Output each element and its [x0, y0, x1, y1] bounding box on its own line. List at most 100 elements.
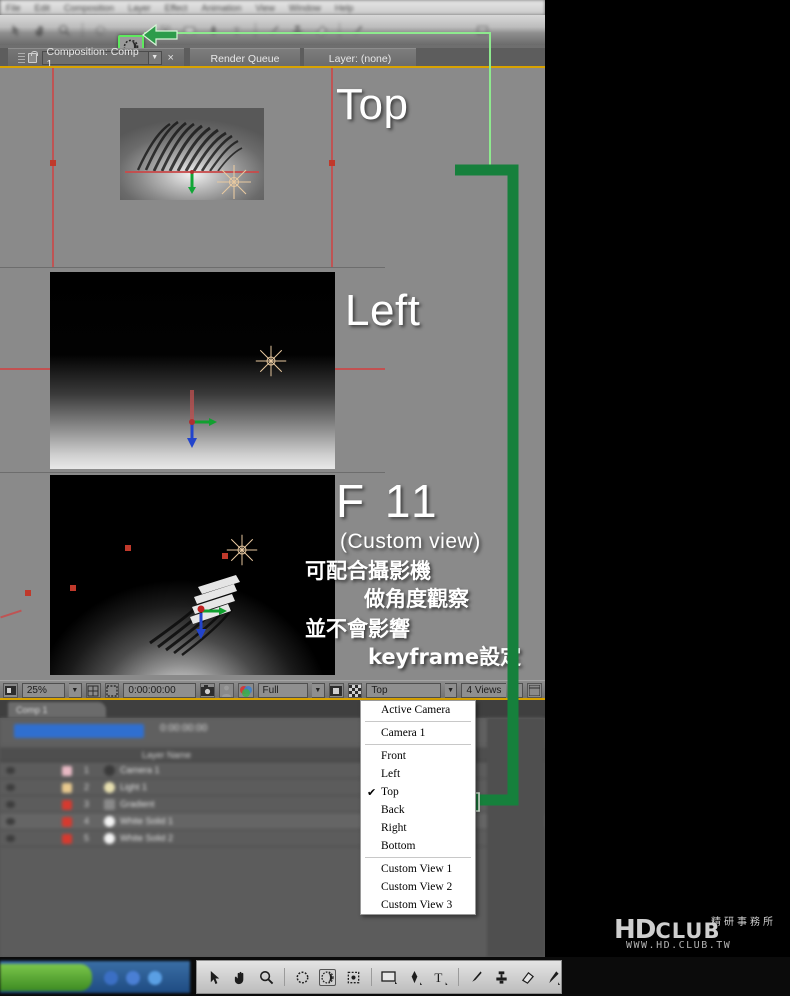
layer-color-swatch[interactable] [62, 783, 72, 793]
brush-tool-icon[interactable] [468, 969, 485, 986]
always-preview-icon[interactable] [3, 683, 18, 698]
layer-name[interactable]: Gradient [120, 799, 155, 809]
pen-tool-icon[interactable] [207, 24, 220, 37]
view-layout-chevron-down-icon[interactable]: ▼ [510, 683, 524, 698]
viewer-bottom-bar[interactable]: 25% ▼ 0:00:00:00 Full ▼ Top ▼ 4 Views ▼ [0, 680, 545, 700]
track-xy-camera-tool-icon[interactable] [345, 969, 362, 986]
menu-item-animation[interactable]: Animation [201, 3, 241, 13]
zoom-level-value[interactable]: 25% [21, 683, 65, 698]
eye-icon[interactable] [6, 784, 15, 791]
menu-item-front[interactable]: Front [361, 747, 475, 765]
layer-color-swatch[interactable] [62, 800, 72, 810]
eraser-tool-icon[interactable] [519, 969, 536, 986]
workspace-icon[interactable] [476, 24, 489, 37]
rotation-tool-icon[interactable] [94, 24, 107, 37]
menu-item-active-camera[interactable]: Active Camera [361, 701, 475, 719]
menu-item-top[interactable]: ✔ Top [361, 783, 475, 801]
snapshot-icon[interactable] [199, 683, 215, 698]
menu-item-back[interactable]: Back [361, 801, 475, 819]
text-tool-icon[interactable]: T [432, 969, 449, 986]
layer-name[interactable]: Camera 1 [120, 765, 160, 775]
close-icon[interactable]: × [168, 52, 174, 64]
brush-tool-icon[interactable] [267, 24, 280, 37]
layer-color-swatch[interactable] [62, 834, 72, 844]
quick-launch-icons[interactable] [100, 969, 176, 987]
timeline-graph-area[interactable] [487, 718, 545, 957]
menu-item-custom-view-2[interactable]: Custom View 2 [361, 878, 475, 896]
transparency-grid-icon[interactable] [347, 683, 363, 698]
composition-tab-label[interactable]: Composition: Comp 1 [41, 46, 149, 70]
timeline-timecode[interactable]: 0:00:00:00 [160, 723, 207, 734]
layer-name[interactable]: Light 1 [120, 782, 147, 792]
menu-item-edit[interactable]: Edit [35, 3, 51, 13]
puppet-pin-tool-icon[interactable] [544, 969, 561, 986]
viewport-left[interactable] [0, 268, 385, 473]
selection-tool-icon[interactable] [10, 24, 23, 37]
selection-handle-4[interactable] [25, 590, 31, 596]
menu-item-custom-view-3[interactable]: Custom View 3 [361, 896, 475, 914]
view-selector-value[interactable]: Top [366, 683, 441, 698]
view-selector-dropdown-menu[interactable]: Active Camera Camera 1 Front Left ✔ Top … [360, 700, 476, 915]
zoom-tool-icon[interactable] [258, 969, 275, 986]
tab-composition[interactable]: Composition: Comp 1 ▼ × [8, 46, 184, 70]
selection-handle-2[interactable] [70, 585, 76, 591]
menu-item-layer[interactable]: Layer [128, 3, 151, 13]
layer-name[interactable]: White Solid 2 [120, 833, 173, 843]
eye-icon[interactable] [6, 801, 15, 808]
tab-layer[interactable]: Layer: (none) [304, 48, 416, 68]
pen-tool-icon[interactable] [407, 969, 424, 986]
rectangle-tool-icon[interactable] [381, 969, 398, 986]
eraser-tool-icon[interactable] [315, 24, 328, 37]
composition-viewer[interactable]: Top Left F 11 (Custom view) 可配合攝影機 做角度觀察… [0, 68, 545, 680]
region-of-interest-toggle-icon[interactable] [328, 683, 344, 698]
layer-color-swatch[interactable] [62, 817, 72, 827]
axis-gizmo-left[interactable] [174, 386, 218, 450]
show-snapshot-icon[interactable] [218, 683, 234, 698]
light-indicator-icon-left[interactable] [254, 344, 288, 378]
menu-item-camera-1[interactable]: Camera 1 [361, 724, 475, 742]
menu-bar[interactable]: File Edit Composition Layer Effect Anima… [0, 0, 545, 15]
os-taskbar[interactable] [0, 961, 190, 993]
timeline-tab-comp1[interactable]: Comp 1 [8, 702, 106, 718]
menu-item-bottom[interactable]: Bottom [361, 837, 475, 855]
viewport-top[interactable] [0, 68, 385, 268]
menu-item-right[interactable]: Right [361, 819, 475, 837]
light-indicator-icon[interactable] [215, 163, 253, 201]
menu-item-window[interactable]: Window [289, 3, 321, 13]
eye-icon[interactable] [6, 835, 15, 842]
rotation-tool-icon[interactable] [294, 969, 311, 986]
clone-stamp-tool-icon[interactable] [291, 24, 304, 37]
menu-item-composition[interactable]: Composition [64, 3, 114, 13]
axis-gizmo-top[interactable] [182, 168, 202, 194]
menu-item-effect[interactable]: Effect [165, 3, 188, 13]
resolution-value[interactable]: Full [257, 683, 308, 698]
hand-tool-icon[interactable] [233, 969, 250, 986]
clone-stamp-tool-icon[interactable] [493, 969, 510, 986]
menu-item-custom-view-1[interactable]: Custom View 1 [361, 860, 475, 878]
eye-icon[interactable] [6, 818, 15, 825]
eye-icon[interactable] [6, 767, 15, 774]
lock-icon[interactable] [27, 50, 38, 63]
zoom-tool-icon[interactable] [58, 24, 71, 37]
ae-tool-strip[interactable]: T [196, 960, 562, 994]
orbit-camera-tool-icon[interactable] [319, 968, 337, 986]
selection-tool-icon[interactable] [207, 969, 224, 986]
axis-gizmo-custom[interactable] [182, 587, 228, 647]
current-timecode-value[interactable]: 0:00:00:00 [123, 683, 196, 698]
hand-tool-icon[interactable] [34, 24, 47, 37]
chevron-down-icon[interactable]: ▼ [148, 50, 162, 65]
text-tool-icon[interactable]: T [231, 24, 244, 37]
layer-color-swatch[interactable] [62, 766, 72, 776]
menu-item-help[interactable]: Help [335, 3, 354, 13]
view-selector-chevron-down-icon[interactable]: ▼ [444, 683, 458, 698]
panel-menu-icon[interactable] [527, 683, 542, 698]
bottom-bar[interactable]: T [0, 957, 790, 996]
layer-name[interactable]: White Solid 1 [120, 816, 173, 826]
selection-handle-3[interactable] [222, 553, 228, 559]
start-button[interactable] [0, 964, 92, 991]
puppet-pin-tool-icon[interactable] [351, 24, 364, 37]
timeline-search-input[interactable] [14, 724, 144, 738]
rectangle-mask-tool-icon[interactable] [183, 24, 196, 37]
view-layout-value[interactable]: 4 Views [461, 683, 507, 698]
region-of-interest-icon[interactable] [104, 683, 120, 698]
